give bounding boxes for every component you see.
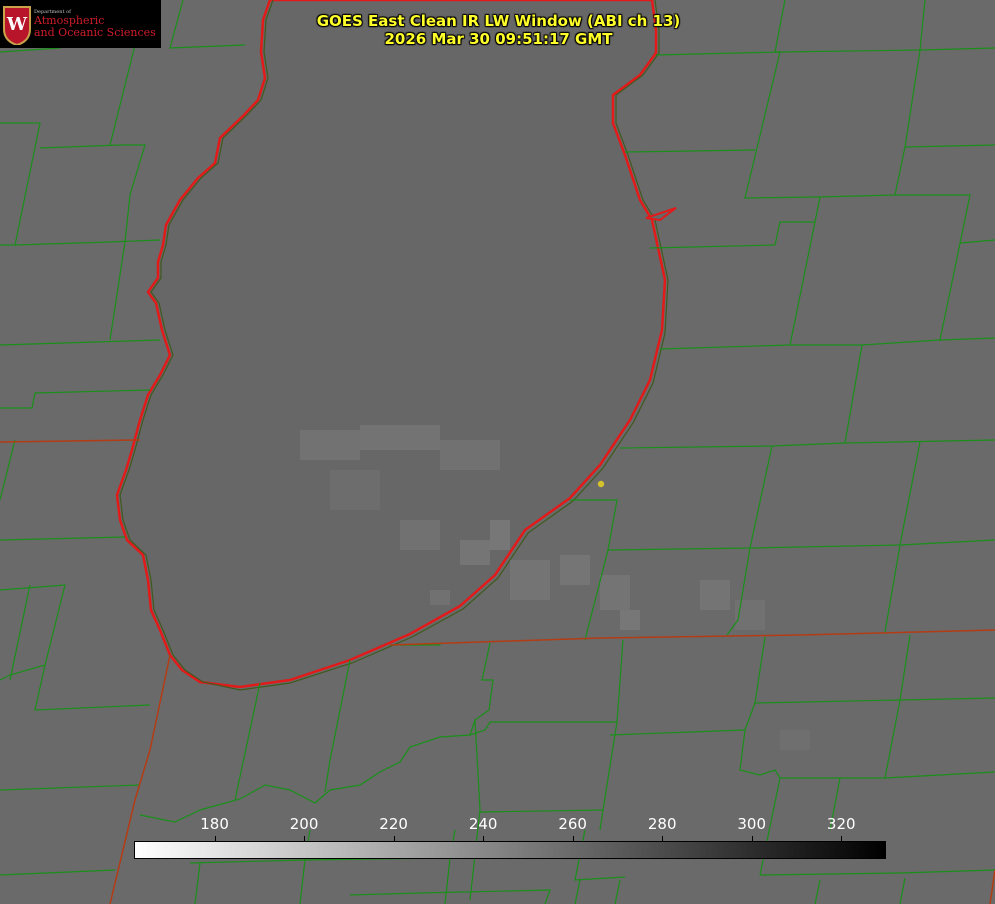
- satellite-image-viewer: W Department of Atmospheric and Oceanic …: [0, 0, 995, 904]
- uw-aos-logo[interactable]: W Department of Atmospheric and Oceanic …: [0, 0, 161, 48]
- colorbar-tick-label: 280: [647, 815, 677, 833]
- colorbar-tick-label: 180: [200, 815, 229, 833]
- colorbar-tick-mark: [394, 836, 395, 841]
- station-marker: [597, 480, 605, 488]
- colorbar-tick-mark: [304, 836, 305, 841]
- colorbar-tick-label: 220: [379, 815, 408, 833]
- colorbar-tick-mark: [662, 836, 663, 841]
- svg-text:W: W: [6, 14, 28, 35]
- logo-line-1: Atmospheric: [34, 14, 105, 28]
- satellite-map: [0, 0, 995, 904]
- colorbar-tick-label: 260: [558, 815, 587, 833]
- colorbar-tick-label: 240: [468, 815, 498, 833]
- uw-crest-icon: W: [3, 6, 31, 45]
- temperature-colorbar: [134, 841, 886, 859]
- colorbar-tick-mark: [215, 836, 216, 841]
- colorbar-tick-label: 320: [826, 815, 856, 833]
- logo-line-2: and Oceanic Sciences: [34, 25, 156, 39]
- colorbar-tick-mark: [483, 836, 484, 841]
- logo-text: Department of Atmospheric and Oceanic Sc…: [34, 9, 156, 39]
- colorbar-tick-mark: [841, 836, 842, 841]
- colorbar-tick-mark: [752, 836, 753, 841]
- colorbar-tick-label: 200: [289, 815, 319, 833]
- colorbar-tick-label: 300: [737, 815, 767, 833]
- colorbar-tick-mark: [573, 836, 574, 841]
